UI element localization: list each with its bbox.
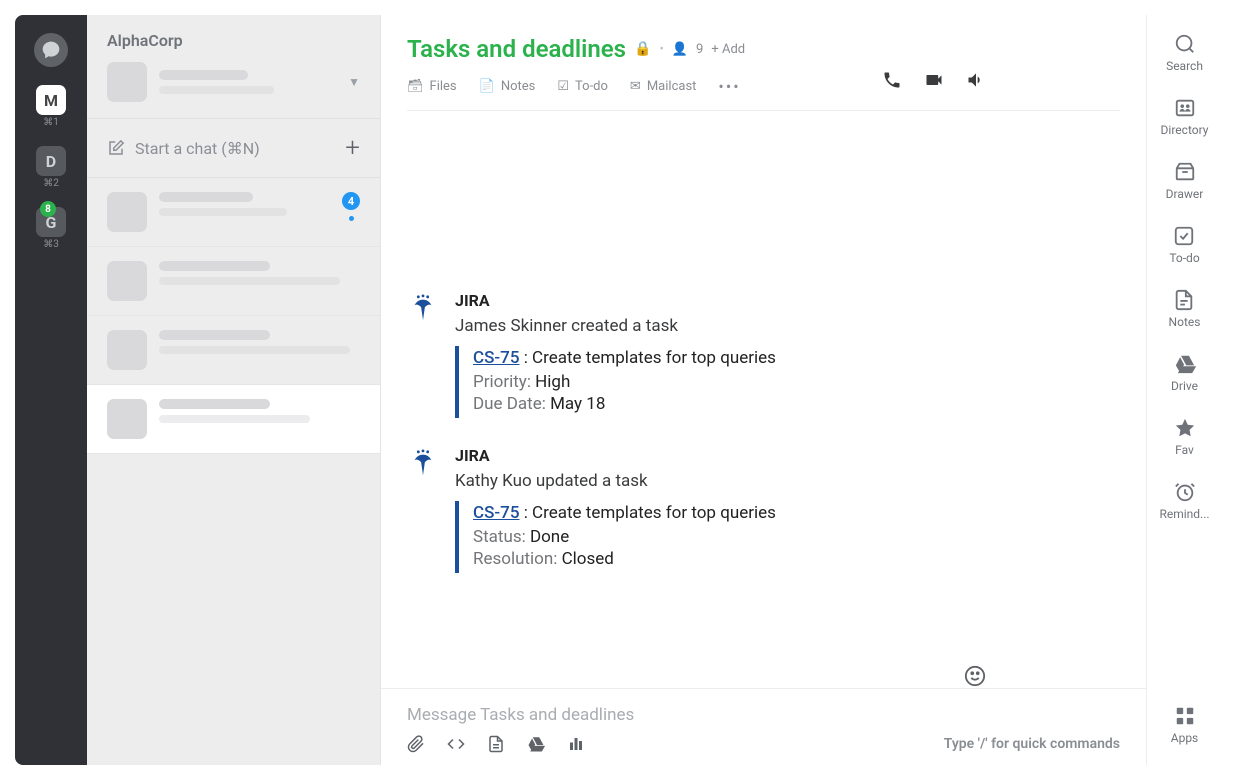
rrail-search[interactable]: Search bbox=[1166, 33, 1203, 73]
workspace-name: AlphaCorp bbox=[107, 31, 183, 50]
issue-link[interactable]: CS-75 bbox=[473, 503, 520, 523]
apps-icon bbox=[1174, 705, 1196, 727]
message-list: JIRA James Skinner created a task CS-75 … bbox=[381, 111, 1146, 688]
caret-down-icon: ▼ bbox=[348, 75, 360, 89]
note-icon: 📄 bbox=[479, 79, 495, 94]
channel-header: Tasks and deadlines 🔒 • 👤 9 + Add 🗃 File… bbox=[381, 15, 1146, 111]
channel-actions bbox=[882, 70, 986, 90]
volume-icon[interactable] bbox=[966, 70, 986, 90]
tab-files[interactable]: 🗃 Files bbox=[407, 77, 457, 96]
right-rail: Search Directory Drawer To-do Notes Driv… bbox=[1146, 15, 1222, 765]
message-action: Kathy Kuo updated a task bbox=[455, 471, 1120, 491]
lock-icon: 🔒 bbox=[634, 41, 651, 57]
document-icon[interactable] bbox=[487, 735, 505, 753]
people-icon bbox=[1174, 97, 1196, 119]
issue-title: : Create templates for top queries bbox=[520, 503, 776, 523]
channel-meta: • 👤 9 + Add bbox=[659, 42, 745, 57]
compose-icon bbox=[107, 139, 125, 157]
jira-icon bbox=[407, 448, 439, 480]
rrail-drawer[interactable]: Drawer bbox=[1166, 161, 1204, 201]
poll-icon[interactable] bbox=[567, 735, 585, 753]
drive-icon[interactable] bbox=[527, 735, 545, 753]
status-dot bbox=[349, 216, 354, 221]
start-chat-label: Start a chat (⌘N) bbox=[135, 139, 260, 158]
avatar bbox=[107, 330, 147, 370]
jira-icon bbox=[407, 293, 439, 325]
tab-todo[interactable]: ☑ To-do bbox=[557, 77, 608, 96]
video-icon[interactable] bbox=[924, 70, 944, 90]
workspace-switcher-item[interactable]: 8 G ⌘3 bbox=[36, 207, 66, 250]
composer: Message Tasks and deadlines Type '/' for… bbox=[381, 688, 1146, 765]
main-panel: Tasks and deadlines 🔒 • 👤 9 + Add 🗃 File… bbox=[381, 15, 1146, 765]
avatar bbox=[107, 192, 147, 232]
workspace-letter: D bbox=[36, 146, 66, 176]
rrail-directory[interactable]: Directory bbox=[1161, 97, 1209, 137]
issue-title: : Create templates for top queries bbox=[520, 348, 776, 368]
tab-notes[interactable]: 📄 Notes bbox=[479, 77, 536, 96]
workspace-switcher-item[interactable]: D ⌘2 bbox=[36, 146, 66, 189]
checkbox-icon bbox=[1173, 225, 1195, 247]
message: JIRA James Skinner created a task CS-75 … bbox=[407, 291, 1120, 418]
rrail-todo[interactable]: To-do bbox=[1169, 225, 1199, 265]
code-icon[interactable] bbox=[447, 735, 465, 753]
tabs-more-icon[interactable]: ••• bbox=[718, 77, 740, 96]
message-sender: JIRA bbox=[455, 291, 1120, 310]
drive-icon bbox=[1174, 353, 1196, 375]
rrail-fav[interactable]: Fav bbox=[1174, 417, 1196, 457]
workspace-letter: M bbox=[36, 85, 66, 115]
drawer-icon bbox=[1174, 161, 1196, 183]
rrail-remind[interactable]: Remind... bbox=[1159, 481, 1209, 521]
plus-icon[interactable]: + bbox=[345, 133, 360, 163]
composer-hint: Type '/' for quick commands bbox=[944, 736, 1120, 752]
workspace-switcher-item[interactable]: M ⌘1 bbox=[36, 85, 66, 128]
message-card: CS-75 : Create templates for top queries… bbox=[455, 346, 1120, 418]
avatar bbox=[107, 62, 147, 102]
avatar bbox=[107, 399, 147, 439]
check-icon: ☑ bbox=[557, 79, 569, 94]
unread-badge: 4 bbox=[342, 192, 360, 210]
notes-icon bbox=[1173, 289, 1195, 311]
mail-icon: ✉ bbox=[630, 79, 641, 94]
member-icon: 👤 bbox=[672, 42, 688, 57]
star-icon bbox=[1174, 417, 1196, 439]
rrail-drive[interactable]: Drive bbox=[1171, 353, 1198, 393]
tab-mailcast[interactable]: ✉ Mailcast bbox=[630, 77, 697, 96]
notification-badge: 8 bbox=[40, 201, 56, 217]
briefcase-icon: 🗃 bbox=[407, 79, 424, 94]
message-input[interactable]: Message Tasks and deadlines bbox=[407, 705, 1120, 725]
emoji-icon[interactable] bbox=[964, 665, 986, 687]
rrail-apps[interactable]: Apps bbox=[1171, 705, 1199, 745]
clock-icon bbox=[1174, 481, 1196, 503]
app-logo[interactable] bbox=[34, 33, 68, 67]
channel-title: Tasks and deadlines bbox=[407, 35, 626, 63]
search-icon bbox=[1174, 33, 1196, 55]
message-action: James Skinner created a task bbox=[455, 316, 1120, 336]
chat-item[interactable]: 4 bbox=[87, 178, 380, 247]
message-card: CS-75 : Create templates for top queries… bbox=[455, 501, 1120, 573]
message: JIRA Kathy Kuo updated a task CS-75 : Cr… bbox=[407, 446, 1120, 573]
rrail-notes[interactable]: Notes bbox=[1169, 289, 1201, 329]
start-chat-button[interactable]: Start a chat (⌘N) + bbox=[87, 118, 380, 178]
chat-item[interactable] bbox=[87, 316, 380, 385]
server-rail: M ⌘1 D ⌘2 8 G ⌘3 bbox=[15, 15, 87, 765]
add-member-button[interactable]: + Add bbox=[711, 42, 745, 57]
profile-row[interactable]: ▼ bbox=[87, 62, 380, 118]
issue-link[interactable]: CS-75 bbox=[473, 348, 520, 368]
chat-list: 4 bbox=[87, 178, 380, 765]
channel-tabs: 🗃 Files 📄 Notes ☑ To-do ✉ Mailcast ••• bbox=[407, 77, 1120, 111]
chat-item[interactable] bbox=[87, 247, 380, 316]
member-count: 9 bbox=[696, 42, 703, 57]
sidebar: AlphaCorp ▼ Start a chat (⌘N) + 4 bbox=[87, 15, 381, 765]
workspace-header[interactable]: AlphaCorp bbox=[87, 15, 380, 62]
chat-item-active[interactable] bbox=[87, 385, 380, 454]
attachment-icon[interactable] bbox=[407, 735, 425, 753]
message-sender: JIRA bbox=[455, 446, 1120, 465]
avatar bbox=[107, 261, 147, 301]
call-icon[interactable] bbox=[882, 70, 902, 90]
